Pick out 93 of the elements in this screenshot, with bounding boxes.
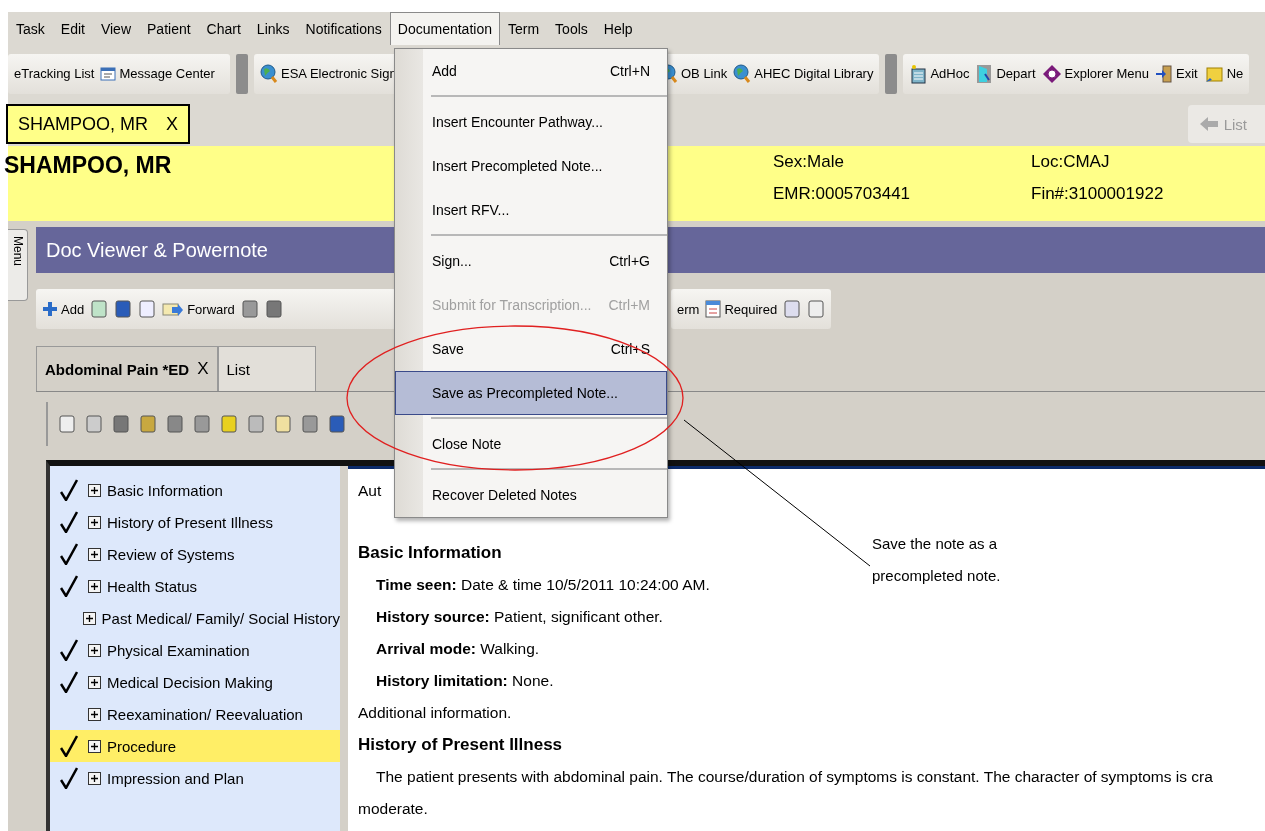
toolbar-button[interactable]: AdHoc (909, 63, 970, 84)
outline-item[interactable]: History of Present Illness (50, 506, 340, 538)
outline-label: Physical Examination (107, 641, 250, 659)
menu-title[interactable]: Links (248, 12, 298, 45)
expand-button[interactable] (88, 707, 101, 721)
menu-title[interactable]: Tools (547, 12, 596, 45)
toolbar-button[interactable]: Explorer Menu (1041, 63, 1150, 84)
expand-button[interactable] (88, 675, 101, 689)
patient-location: Loc:CMAJ (1031, 152, 1111, 173)
paragraph-text: The patient presents with abdominal pain. The course/duration of symptoms is constant. The character of symptoms is cra (376, 768, 1213, 786)
section-heading: History of Present Illness (358, 734, 563, 756)
note-tab-label: List (226, 360, 250, 378)
patient-fin: Fin#:3100001922 (1031, 184, 1165, 205)
outline-item[interactable]: Impression and Plan (50, 762, 340, 794)
expand-button[interactable] (88, 515, 101, 529)
outline-label: History of Present Illness (107, 513, 273, 531)
toolbar-button[interactable]: Add (42, 301, 85, 317)
globe-search-icon (733, 63, 752, 84)
note-tab-label: Abdominal Pain *ED (45, 360, 190, 378)
close-tab-button[interactable]: X (166, 113, 179, 135)
toolbar-button[interactable]: Ne (1203, 63, 1244, 84)
menu-item[interactable]: Add Ctrl+N (395, 49, 667, 93)
outline-label: Health Status (107, 577, 198, 595)
exit-door-icon (1155, 63, 1174, 84)
menu-title[interactable]: Term (499, 12, 548, 45)
patient-tab-name: SHAMPOO, MR (18, 113, 148, 135)
outline-item[interactable]: Basic Information (50, 474, 340, 506)
note-tab[interactable]: Abdominal Pain *ED X (36, 346, 218, 391)
menu-title[interactable]: Edit (52, 12, 93, 45)
expand-button[interactable] (82, 611, 96, 625)
menu-title[interactable]: Notifications (297, 12, 390, 45)
menu-title[interactable]: Documentation (389, 12, 500, 45)
expand-button[interactable] (88, 771, 101, 785)
compass-icon (1041, 63, 1062, 84)
menu-item[interactable]: Close Note (395, 422, 667, 466)
note-tab[interactable]: List (217, 346, 316, 391)
expand-button[interactable] (88, 579, 101, 593)
toolbar-button[interactable]: erm (677, 301, 700, 317)
outline-item[interactable]: Physical Examination (50, 634, 340, 666)
toolbar-button[interactable]: Forward (162, 299, 235, 319)
outline-item[interactable]: Review of Systems (50, 538, 340, 570)
outline-label: Past Medical/ Family/ Social History (101, 609, 340, 627)
toolbar-button[interactable]: Message Center (100, 66, 215, 82)
toolbar-button[interactable]: Depart (975, 63, 1036, 84)
callout-text: Save the note as a precompleted note. (872, 534, 1002, 586)
outline-label: Procedure (107, 737, 177, 755)
expand-button[interactable] (88, 643, 101, 657)
outline-label: Review of Systems (107, 545, 235, 563)
menu-title[interactable]: View (92, 12, 139, 45)
field-entry: History source: Patient, significant other. (376, 608, 663, 626)
menu-title[interactable]: Help (595, 12, 641, 45)
section-heading: Basic Information (358, 542, 502, 564)
outline-label: Impression and Plan (107, 769, 244, 787)
patient-tab[interactable]: SHAMPOO, MR X (6, 104, 191, 145)
menu-item[interactable]: Save as Precompleted Note... (395, 371, 667, 415)
form-icon (705, 300, 722, 318)
back-arrow-icon (1199, 117, 1218, 132)
outline-item[interactable]: Health Status (50, 570, 340, 602)
patient-sex: Sex:Male (773, 152, 845, 173)
toolbar-button[interactable]: AHEC Digital Library (733, 63, 874, 84)
outline-item[interactable]: Reexamination/ Reevaluation (50, 698, 340, 730)
field-entry: History limitation: None. (376, 672, 554, 690)
field-entry: Time seen: Date & time 10/5/2011 10:24:00 AM. (376, 576, 710, 594)
toolbar-button[interactable]: Required (705, 300, 778, 318)
menu-title[interactable]: Chart (198, 12, 249, 45)
side-menu-tab[interactable]: Menu (8, 229, 28, 301)
document-text: moderate. (358, 800, 428, 818)
menu-title[interactable]: Task (8, 12, 53, 45)
expand-button[interactable] (88, 547, 101, 561)
field-entry: Arrival mode: Walking. (376, 640, 540, 658)
outline-item[interactable]: Medical Decision Making (50, 666, 340, 698)
menu-title[interactable]: Patient (139, 12, 199, 45)
close-note-button[interactable]: X (197, 359, 209, 379)
plus-icon (42, 301, 58, 317)
menu-item[interactable]: Recover Deleted Notes (395, 473, 667, 517)
menu-item[interactable]: Insert Encounter Pathway... (395, 100, 667, 144)
outline-label: Reexamination/ Reevaluation (107, 705, 303, 723)
expand-button[interactable] (88, 483, 101, 497)
patient-emr: EMR:0005703441 (773, 184, 912, 205)
message-icon (100, 66, 117, 81)
menu-item[interactable]: Insert Precompleted Note... (395, 144, 667, 188)
patient-name: SHAMPOO, MR (4, 152, 172, 180)
document-text: Aut (358, 482, 382, 500)
toolbar-button[interactable]: eTracking List (14, 66, 95, 82)
globe-search-icon (260, 63, 278, 84)
outline-item[interactable]: Past Medical/ Family/ Social History (50, 602, 340, 634)
document-text: Additional information. (358, 704, 512, 722)
outline-item[interactable]: Procedure (50, 730, 340, 762)
toolbar-button[interactable]: Exit (1155, 63, 1198, 84)
outline-label: Medical Decision Making (107, 673, 273, 691)
outline-label: Basic Information (107, 481, 223, 499)
door-icon (975, 63, 994, 84)
expand-button[interactable] (88, 739, 101, 753)
